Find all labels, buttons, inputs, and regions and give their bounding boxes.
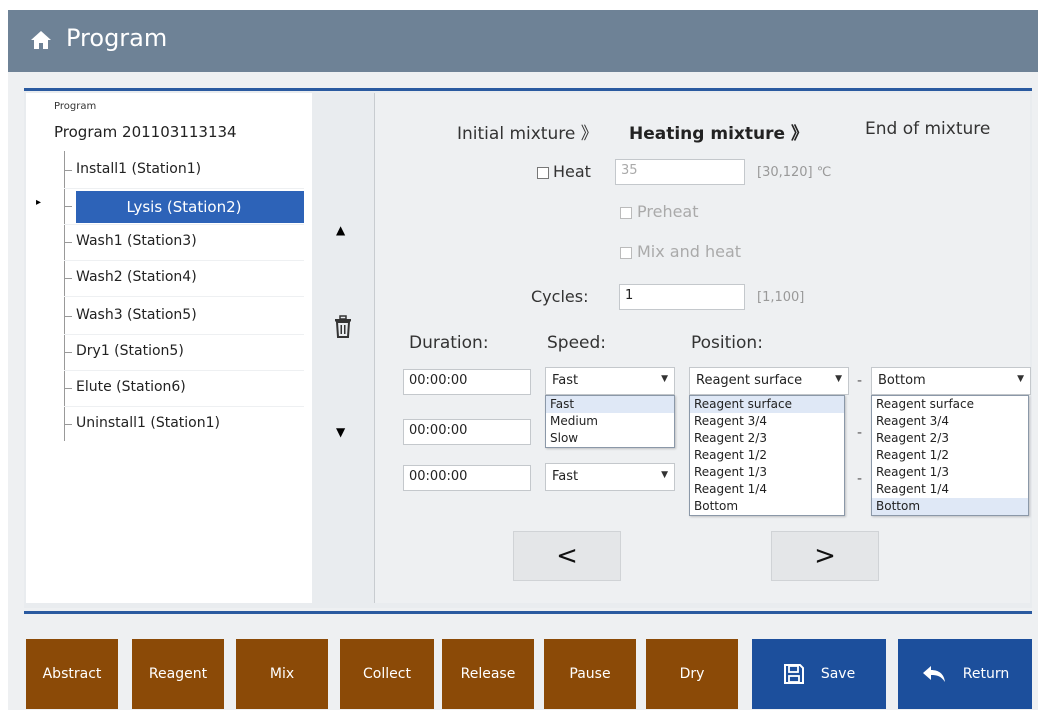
tree-item-dry1[interactable]: Dry1 (Station5) (64, 335, 304, 371)
save-icon (783, 664, 804, 684)
tree-item-label: Uninstall1 (Station1) (76, 415, 220, 431)
speed-option[interactable]: Fast (546, 396, 674, 413)
duration-input-1[interactable]: 00:00:00 (403, 369, 531, 395)
duration-header: Duration: (409, 333, 489, 353)
preheat-checkbox[interactable] (620, 207, 632, 219)
speed-option[interactable]: Medium (546, 413, 674, 430)
return-label: Return (962, 666, 1010, 682)
speed-header: Speed: (547, 333, 607, 353)
position-option[interactable]: Reagent 1/2 (690, 447, 844, 464)
bottom-toolbar: Abstract Reagent Mix Collect Release Pau… (8, 615, 1038, 710)
position-to-dropdown-list: Reagent surface Reagent 3/4 Reagent 2/3 … (871, 395, 1029, 516)
position-header: Position: (691, 333, 763, 353)
tree-item-label: Wash2 (Station4) (76, 269, 197, 285)
position-option[interactable]: Bottom (872, 498, 1028, 515)
cycles-input[interactable]: 1 (619, 284, 745, 310)
position-from-dropdown-list: Reagent surface Reagent 3/4 Reagent 2/3 … (689, 395, 845, 516)
chevron-down-icon: ▼ (1017, 374, 1024, 384)
speed-dropdown-list: Fast Medium Slow (545, 395, 675, 448)
tree-item-lysis[interactable]: Lysis (Station2) (64, 189, 304, 225)
return-icon (922, 666, 945, 682)
tree-item-label: Wash3 (Station5) (76, 307, 197, 323)
tree-item-label: Wash1 (Station3) (76, 233, 197, 249)
tree-item-uninstall1[interactable]: Uninstall1 (Station1) (64, 407, 304, 443)
position-option[interactable]: Reagent 1/4 (872, 481, 1028, 498)
speed-select-3[interactable]: Fast ▼ (545, 463, 675, 491)
current-row-marker: ▸ (36, 197, 42, 208)
position-option[interactable]: Reagent surface (872, 396, 1028, 413)
heat-range: [30,120] ℃ (757, 165, 832, 180)
program-name[interactable]: Program 201103113134 (54, 123, 237, 141)
tree-item-install1[interactable]: Install1 (Station1) (64, 153, 304, 189)
duration-input-3[interactable]: 00:00:00 (403, 465, 531, 491)
tree-item-wash1[interactable]: Wash1 (Station3) (64, 225, 304, 261)
previous-step-button[interactable]: < (513, 531, 621, 581)
speed-option[interactable]: Slow (546, 430, 674, 447)
save-label: Save (820, 666, 856, 682)
preheat-label: Preheat (637, 202, 699, 221)
trash-icon[interactable] (332, 315, 354, 339)
tree-item-label: Elute (Station6) (76, 379, 186, 395)
move-down-button[interactable]: ▼ (336, 425, 345, 439)
position-option[interactable]: Reagent 3/4 (872, 413, 1028, 430)
position-option[interactable]: Reagent 3/4 (690, 413, 844, 430)
abstract-button[interactable]: Abstract (26, 639, 118, 709)
tree-controls: ▲ ▼ (314, 93, 370, 603)
chevron-down-icon: ▼ (661, 470, 668, 480)
toolbar-divider (24, 611, 1032, 614)
return-button[interactable]: Return (898, 639, 1032, 709)
program-tree: Program Program 201103113134 ▸ Install1 … (26, 93, 312, 603)
position-option[interactable]: Reagent 1/4 (690, 481, 844, 498)
reagent-button[interactable]: Reagent (132, 639, 224, 709)
position-from-select-1[interactable]: Reagent surface ▼ (689, 367, 849, 395)
mix-and-heat-checkbox[interactable] (620, 247, 632, 259)
position-to-select-1[interactable]: Bottom ▼ (871, 367, 1031, 395)
chevron-down-icon: ▼ (661, 374, 668, 384)
heat-label: Heat (553, 162, 591, 181)
tree-item-label: Dry1 (Station5) (76, 343, 184, 359)
position-option[interactable]: Reagent 1/3 (872, 464, 1028, 481)
position-option[interactable]: Reagent 1/2 (872, 447, 1028, 464)
chevron-down-icon: ▼ (835, 374, 842, 384)
step-heating-mixture[interactable]: Heating mixture 》 (629, 119, 808, 144)
save-button[interactable]: Save (752, 639, 886, 709)
title-bar: Program (8, 10, 1038, 72)
duration-input-2[interactable]: 00:00:00 (403, 419, 531, 445)
release-button[interactable]: Release (442, 639, 534, 709)
position-option[interactable]: Reagent 1/3 (690, 464, 844, 481)
position-option[interactable]: Reagent surface (690, 396, 844, 413)
range-dash: - (857, 373, 863, 389)
position-option[interactable]: Reagent 2/3 (690, 430, 844, 447)
next-step-button[interactable]: > (771, 531, 879, 581)
cycles-range: [1,100] (757, 290, 805, 305)
tree-item-elute[interactable]: Elute (Station6) (64, 371, 304, 407)
mix-and-heat-label: Mix and heat (637, 242, 742, 261)
tree-item-wash3[interactable]: Wash3 (Station5) (64, 299, 304, 335)
page-title: Program (66, 24, 168, 52)
heat-checkbox[interactable] (537, 167, 549, 179)
step-end-of-mixture[interactable]: End of mixture (865, 119, 990, 139)
step-initial-mixture[interactable]: Initial mixture 》 (457, 119, 598, 144)
range-dash: - (857, 425, 863, 441)
tree-root-label: Program (54, 101, 97, 112)
main-content: Program Program 201103113134 ▸ Install1 … (24, 88, 1032, 608)
speed-select-1[interactable]: Fast ▼ (545, 367, 675, 395)
position-option[interactable]: Reagent 2/3 (872, 430, 1028, 447)
heat-temperature-input[interactable]: 35 (615, 159, 745, 185)
collect-button[interactable]: Collect (340, 639, 434, 709)
home-icon[interactable] (30, 30, 52, 50)
dry-button[interactable]: Dry (646, 639, 738, 709)
mix-button[interactable]: Mix (236, 639, 328, 709)
pause-button[interactable]: Pause (544, 639, 636, 709)
step-editor: Initial mixture 》 Heating mixture 》 End … (374, 93, 1031, 603)
tree-item-wash2[interactable]: Wash2 (Station4) (64, 261, 304, 297)
range-dash: - (857, 471, 863, 487)
program-window: Program Program Program 201103113134 ▸ I… (8, 10, 1038, 710)
tree-item-label: Lysis (Station2) (126, 198, 242, 216)
cycles-label: Cycles: (531, 287, 589, 306)
move-up-button[interactable]: ▲ (336, 223, 345, 237)
tree-item-label: Install1 (Station1) (76, 161, 202, 177)
position-option[interactable]: Bottom (690, 498, 844, 515)
